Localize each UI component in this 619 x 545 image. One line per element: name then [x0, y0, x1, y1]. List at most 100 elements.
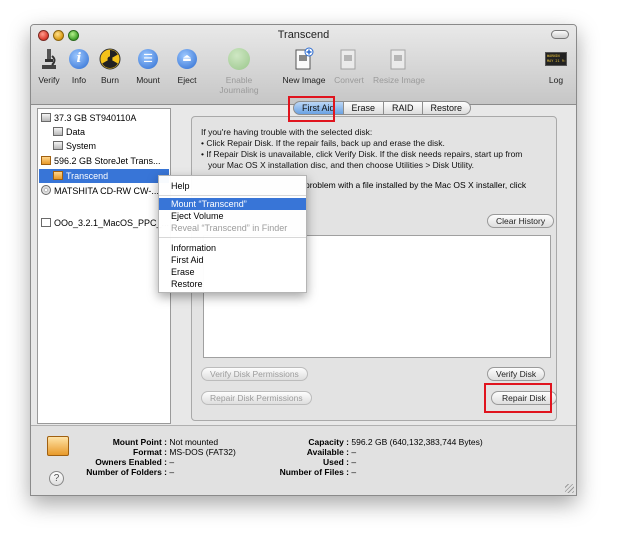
sidebar-item-label: Data	[66, 127, 86, 137]
mount-point-label: Mount Point :	[112, 437, 167, 447]
number-of-folders-value: –	[169, 467, 175, 477]
info-toolbar-button[interactable]: i Info	[67, 47, 91, 85]
format-value: MS-DOS (FAT32)	[169, 447, 236, 457]
menu-separator	[159, 237, 306, 238]
resize-handle[interactable]	[565, 484, 574, 493]
disk-list-sidebar[interactable]: 37.3 GB ST940110A Data System 596.2 GB S…	[37, 108, 171, 424]
verify-toolbar-button[interactable]: Verify	[35, 47, 63, 85]
verify-disk-button[interactable]: Verify Disk	[487, 367, 546, 381]
instructions-intro: If you're having trouble with the select…	[201, 127, 373, 137]
sidebar-item-label: OOo_3.2.1_MacOS_PPC_...	[54, 218, 170, 228]
menu-item-reveal-in-finder[interactable]: Reveal “Transcend” in Finder	[159, 222, 306, 234]
log-toolbar-button[interactable]: WARNIN MAY 21 9:43 Log	[543, 47, 569, 85]
tab-erase[interactable]: Erase	[343, 101, 385, 115]
sidebar-item-label: 596.2 GB StoreJet Trans...	[54, 156, 161, 166]
owners-enabled-value: –	[169, 457, 175, 467]
owners-enabled-label: Owners Enabled :	[95, 457, 167, 467]
repair-permissions-button[interactable]: Repair Disk Permissions	[201, 391, 312, 405]
disk-utility-window: Transcend Verify i Info Burn ☰ Mount ⏏ E…	[30, 24, 577, 496]
eject-toolbar-button[interactable]: ⏏ Eject	[175, 47, 199, 85]
menu-separator	[159, 195, 306, 196]
hard-disk-icon	[41, 113, 51, 122]
available-value: –	[351, 447, 357, 457]
resize-image-toolbar-button[interactable]: Resize Image	[371, 47, 427, 85]
new-image-label: New Image	[282, 75, 326, 85]
available-label: Available :	[306, 447, 349, 457]
format-label: Format :	[133, 447, 167, 457]
menu-item-information[interactable]: Information	[159, 242, 306, 254]
enable-journaling-label: Enable Journaling	[219, 75, 259, 95]
log-icon-text: WARNIN MAY 21 9:43	[545, 52, 567, 66]
capacity-label: Capacity :	[308, 437, 349, 447]
number-of-folders-label: Number of Folders :	[86, 467, 167, 477]
new-image-icon	[292, 47, 316, 71]
menu-item-eject-volume[interactable]: Eject Volume	[159, 210, 306, 222]
sidebar-item-st940110a[interactable]: 37.3 GB ST940110A	[41, 111, 136, 125]
resize-image-icon	[387, 47, 411, 71]
sidebar-item-transcend[interactable]: Transcend	[39, 169, 169, 183]
used-label: Used :	[323, 457, 349, 467]
number-of-files-value: –	[351, 467, 357, 477]
volume-icon	[53, 141, 63, 150]
external-volume-icon	[47, 436, 69, 456]
disk-info-bar: ? Mount Point : Not mounted Format : MS-…	[31, 425, 576, 495]
microscope-icon	[37, 47, 61, 71]
burn-label: Burn	[101, 75, 119, 85]
new-image-toolbar-button[interactable]: New Image	[281, 47, 327, 85]
sidebar-item-ooo-image[interactable]: OOo_3.2.1_MacOS_PPC_...	[41, 216, 169, 230]
info-icon: i	[67, 47, 91, 71]
title-toolbar: Transcend Verify i Info Burn ☰ Mount ⏏ E…	[31, 25, 576, 105]
clear-history-button[interactable]: Clear History	[487, 214, 555, 228]
instructions-bullet-1: • Click Repair Disk. If the repair fails…	[201, 138, 445, 148]
verify-permissions-button[interactable]: Verify Disk Permissions	[201, 367, 308, 381]
toolbar-toggle-button[interactable]	[551, 30, 569, 39]
menu-item-mount[interactable]: Mount “Transcend”	[159, 198, 306, 210]
first-aid-highlight-box	[288, 96, 335, 122]
repair-disk-highlight-box	[484, 383, 552, 413]
external-volume-icon	[53, 171, 63, 180]
journal-icon	[227, 47, 251, 71]
convert-label: Convert	[334, 75, 364, 85]
sidebar-item-data[interactable]: Data	[53, 125, 85, 139]
sidebar-item-matshita[interactable]: MATSHITA CD-RW CW-...	[41, 184, 159, 198]
used-value: –	[351, 457, 357, 467]
permissions-instruction: problem with a file installed by the Mac…	[305, 180, 527, 190]
log-label: Log	[548, 75, 564, 85]
verify-label: Verify	[38, 75, 60, 85]
sidebar-item-label: 37.3 GB ST940110A	[54, 113, 137, 123]
first-aid-instructions: If you're having trouble with the select…	[201, 127, 522, 171]
sidebar-item-label: System	[66, 141, 97, 151]
sidebar-item-label: Transcend	[66, 171, 109, 181]
tab-raid[interactable]: RAID	[384, 101, 423, 115]
sidebar-item-label: MATSHITA CD-RW CW-...	[54, 186, 159, 196]
menu-item-help[interactable]: Help	[159, 180, 306, 192]
burn-toolbar-button[interactable]: Burn	[97, 47, 123, 85]
menu-item-erase[interactable]: Erase	[159, 266, 306, 278]
log-icon: WARNIN MAY 21 9:43	[544, 47, 568, 71]
resize-image-label: Resize Image	[373, 75, 425, 85]
convert-toolbar-button[interactable]: Convert	[331, 47, 367, 85]
mount-toolbar-button[interactable]: ☰ Mount	[133, 47, 163, 85]
sidebar-item-storejet[interactable]: 596.2 GB StoreJet Trans...	[41, 154, 161, 168]
mount-point-value: Not mounted	[169, 437, 219, 447]
volume-icon	[53, 127, 63, 136]
context-menu: Help Mount “Transcend” Eject Volume Reve…	[158, 175, 307, 293]
info-label: Info	[71, 75, 87, 85]
menu-item-restore[interactable]: Restore	[159, 278, 306, 290]
external-disk-icon	[41, 156, 51, 165]
burn-icon	[98, 47, 122, 71]
optical-drive-icon	[41, 185, 51, 195]
menu-item-first-aid[interactable]: First Aid	[159, 254, 306, 266]
convert-icon	[337, 47, 361, 71]
number-of-files-label: Number of Files :	[279, 467, 349, 477]
help-icon[interactable]: ?	[49, 471, 64, 486]
enable-journaling-toolbar-button[interactable]: Enable Journaling	[205, 47, 273, 95]
mount-label: Mount	[136, 75, 160, 85]
eject-label: Eject	[177, 75, 197, 85]
sidebar-item-system[interactable]: System	[53, 139, 96, 153]
capacity-value: 596.2 GB (640,132,383,744 Bytes)	[351, 437, 483, 447]
disk-image-icon	[41, 218, 51, 227]
mount-icon: ☰	[136, 47, 160, 71]
eject-icon: ⏏	[175, 47, 199, 71]
tab-restore[interactable]: Restore	[422, 101, 472, 115]
